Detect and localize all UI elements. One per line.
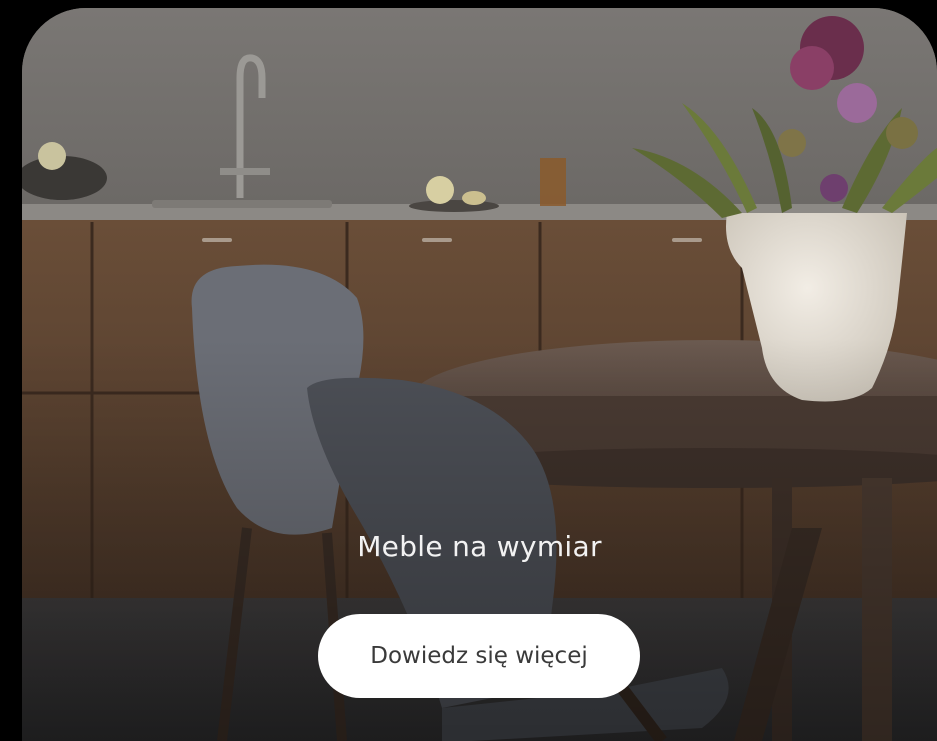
hero-banner[interactable]: Meble na wymiar Dowiedz się więcej — [22, 8, 937, 741]
learn-more-button[interactable]: Dowiedz się więcej — [318, 614, 640, 698]
screen: Meble na wymiar Dowiedz się więcej — [0, 0, 937, 741]
hero-headline: Meble na wymiar — [357, 530, 602, 563]
